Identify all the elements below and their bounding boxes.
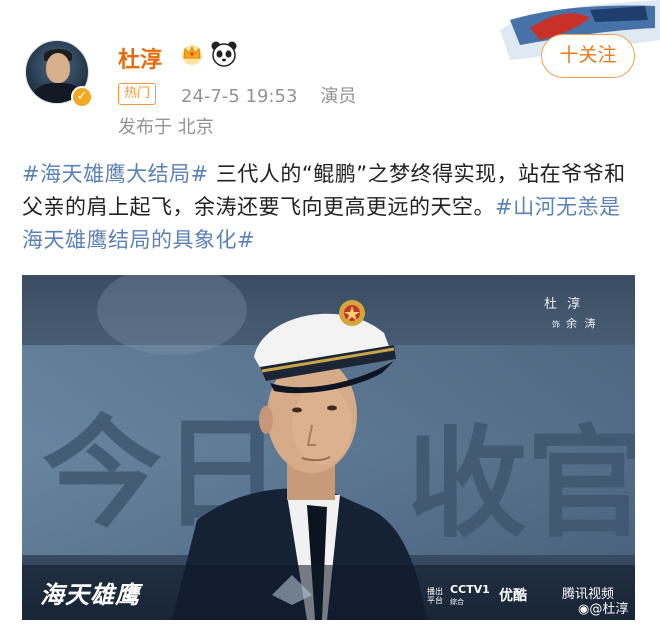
weibo-logo-icon: ◉ <box>578 602 590 617</box>
youku-logo: 优酷 <box>499 588 527 604</box>
cctv-sub-label: 综合 <box>450 598 464 606</box>
crown-icon <box>182 45 202 65</box>
hashtag-link[interactable]: #海天雄鹰大结局# <box>22 162 209 186</box>
poster-artwork: 今日 收官 <box>22 275 635 620</box>
verified-badge-icon: ✓ <box>71 86 93 108</box>
post-image[interactable]: 今日 收官 杜 淳 饰余 涛 海天雄鹰 播出平台 CCTV1 综合 优酷 腾讯视… <box>22 275 635 620</box>
post-timestamp: 24-7-5 19:53 <box>181 86 298 107</box>
cctv-logo: CCTV1 <box>450 583 490 596</box>
post-body: #海天雄鹰大结局# 三代人的“鲲鹏”之梦终得实现，站在爷爷和父亲的肩上起飞，余涛… <box>22 158 642 257</box>
panda-icon <box>211 41 237 67</box>
poster-role: 饰余 涛 <box>552 315 598 331</box>
poster-platform-label: 播出平台 <box>427 587 443 605</box>
post-meta: 24-7-5 19:53 演员 <box>181 82 356 108</box>
author-name[interactable]: 杜淳 <box>118 42 162 74</box>
poster-drama-title: 海天雄鹰 <box>40 581 140 609</box>
navy-emblem-icon <box>339 300 365 326</box>
watermark-text: @杜淳 <box>589 602 629 617</box>
weibo-watermark: ◉@杜淳 <box>578 598 628 617</box>
poster-big-text-right: 收官 <box>407 415 635 554</box>
poster-role-name: 余 涛 <box>566 317 598 330</box>
hot-badge: 热门 <box>118 83 157 105</box>
post-header: ✓ 杜淳 热门 24-7-5 19:53 演员 发布于 北京 十关注 <box>0 0 660 150</box>
poster-role-prefix: 饰 <box>552 320 562 329</box>
author-role: 演员 <box>320 86 357 107</box>
post-location: 发布于 北京 <box>118 117 214 138</box>
follow-button[interactable]: 十关注 <box>541 34 635 78</box>
poster-actor-name: 杜 淳 <box>544 297 584 312</box>
author-avatar[interactable]: ✓ <box>25 40 95 110</box>
